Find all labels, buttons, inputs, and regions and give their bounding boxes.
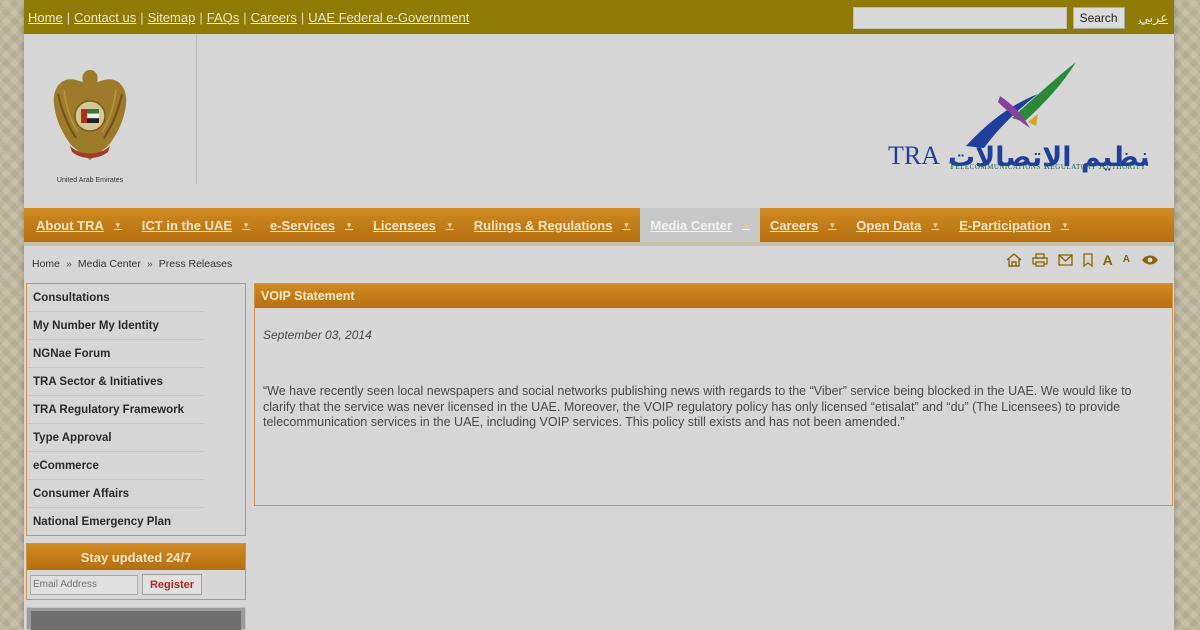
chevron-down-icon: ▼ <box>1060 220 1069 230</box>
search-area: Search عربي <box>852 7 1168 29</box>
tra-swoosh-logo-icon: TRA هيئة تنظيم الاتصالات <box>888 62 1200 173</box>
search-input[interactable] <box>852 7 1067 29</box>
mail-icon[interactable] <box>1057 254 1073 266</box>
sidebar-item-consumer-affairs[interactable]: Consumer Affairs <box>27 480 205 508</box>
tra-logo[interactable]: TRA هيئة تنظيم الاتصالات <box>888 56 1200 176</box>
breadcrumb-separator: » <box>146 258 153 270</box>
bookmark-icon[interactable] <box>1082 253 1093 267</box>
sidebar-item-tra-sector[interactable]: TRA Sector & Initiatives <box>27 368 205 396</box>
nav-open-data[interactable]: Open Data ▼ <box>846 208 949 242</box>
font-decrease-icon[interactable]: A <box>1123 255 1130 265</box>
promo-image <box>31 611 241 630</box>
sidebar-item-ngnae-forum[interactable]: NGNae Forum <box>27 340 205 368</box>
nav-ict-uae[interactable]: ICT in the UAE ▼ <box>132 208 260 242</box>
chevron-down-icon: ▼ <box>113 220 122 230</box>
email-field[interactable] <box>30 574 138 595</box>
header: United Arab Emirates TRA هيئة تنظيم الات… <box>24 34 1200 208</box>
breadcrumb-separator: » <box>66 258 72 270</box>
nav-label: Licensees <box>372 217 436 233</box>
nav-rulings[interactable]: Rulings & Regulations ▼ <box>464 208 641 242</box>
nav-label: ICT in the UAE <box>141 217 233 233</box>
language-toggle[interactable]: عربي <box>1139 10 1168 26</box>
uae-emblem[interactable]: United Arab Emirates <box>48 64 132 184</box>
nav-label: e-Services <box>270 217 336 233</box>
nav-e-services[interactable]: e-Services ▼ <box>260 208 363 242</box>
nav-label: Rulings & Regulations <box>473 217 613 233</box>
chevron-down-icon: ▼ <box>931 220 940 230</box>
separator: | <box>140 9 144 25</box>
top-link-egov[interactable]: UAE Federal e-Government <box>308 10 469 25</box>
chevron-down-icon: ▼ <box>345 220 353 230</box>
promo-banner[interactable] <box>26 607 246 630</box>
speaker-icon[interactable] <box>1140 252 1160 268</box>
top-link-sitemap[interactable]: Sitemap <box>148 10 196 25</box>
breadcrumb-press-releases: Press Releases <box>158 258 233 270</box>
nav-careers[interactable]: Careers ▼ <box>760 208 846 242</box>
nav-licensees[interactable]: Licensees ▼ <box>363 208 464 242</box>
sidebar-item-emergency-plan[interactable]: National Emergency Plan <box>27 508 205 536</box>
emblem-caption: United Arab Emirates <box>56 177 124 184</box>
sidebar-item-consultations[interactable]: Consultations <box>27 284 205 312</box>
search-button[interactable]: Search <box>1072 7 1125 29</box>
article-date: September 03, 2014 <box>263 328 372 342</box>
article-body: “We have recently seen local newspapers … <box>263 384 1132 429</box>
chevron-down-icon: ▼ <box>622 220 631 230</box>
page-container: Home | Contact us | Sitemap | FAQs | Careers… <box>24 0 1200 630</box>
print-icon[interactable] <box>1031 253 1048 267</box>
nav-label: Media Center <box>650 217 733 233</box>
top-links: Home | Contact us | Sitemap | FAQs | Careers… <box>28 10 469 25</box>
top-link-careers[interactable]: Careers <box>251 10 297 25</box>
newsletter-box: Stay updated 24/7 Register <box>26 543 246 600</box>
separator: | <box>243 9 247 25</box>
sidebar-item-regulatory-framework[interactable]: TRA Regulatory Framework <box>27 396 205 424</box>
page-tools: A A <box>1006 252 1160 268</box>
sidebar-item-ecommerce[interactable]: eCommerce <box>27 452 205 480</box>
top-link-faqs[interactable]: FAQs <box>207 10 240 25</box>
header-divider <box>196 34 197 184</box>
top-link-home[interactable]: Home <box>28 10 63 25</box>
sidebar-item-type-approval[interactable]: Type Approval <box>27 424 205 452</box>
logo-latin-text: TRA <box>888 141 940 170</box>
home-icon[interactable] <box>1006 253 1022 267</box>
breadcrumb-home[interactable]: Home <box>32 258 60 270</box>
chevron-down-icon: ▼ <box>828 220 837 230</box>
nav-about-tra[interactable]: About TRA ▼ <box>26 208 132 242</box>
chevron-down-icon: ▼ <box>242 220 250 230</box>
chevron-down-icon: ▼ <box>742 220 750 230</box>
separator: | <box>300 9 305 25</box>
separator: | <box>66 9 71 25</box>
breadcrumb-media-center[interactable]: Media Center <box>78 258 141 270</box>
main-nav: About TRA ▼ ICT in the UAE ▼ e-Services ▼ L… <box>24 208 1174 242</box>
register-button[interactable]: Register <box>142 574 202 595</box>
sidebar-item-my-number[interactable]: My Number My Identity <box>27 312 205 340</box>
nav-label: Open Data <box>856 217 922 233</box>
falcon-emblem-icon <box>53 70 127 160</box>
top-link-contact[interactable]: Contact us <box>74 10 136 25</box>
separator: | <box>199 9 203 25</box>
nav-shadow-strip <box>24 242 1174 246</box>
nav-e-participation[interactable]: E-Participation ▼ <box>949 208 1079 242</box>
nav-media-center[interactable]: Media Center ▼ <box>640 208 760 242</box>
font-increase-icon[interactable]: A <box>1103 253 1113 267</box>
article-title: VOIP Statement <box>255 284 1172 308</box>
nav-label: E-Participation <box>959 217 1051 233</box>
logo-english-text: Telecommunications Regulatory Authority <box>949 162 1146 172</box>
top-bar: Home | Contact us | Sitemap | FAQs | Careers… <box>24 0 1174 34</box>
breadcrumb: Home » Media Center » Press Releases <box>32 258 232 270</box>
newsletter-form: Register <box>27 570 245 599</box>
nav-label: Careers <box>769 217 819 233</box>
sidebar: Consultations My Number My Identity NGNa… <box>26 283 246 536</box>
nav-label: About TRA <box>36 217 104 233</box>
chevron-down-icon: ▼ <box>445 220 454 230</box>
newsletter-title: Stay updated 24/7 <box>27 544 245 570</box>
article-panel: VOIP Statement September 03, 2014 “We ha… <box>254 283 1173 506</box>
